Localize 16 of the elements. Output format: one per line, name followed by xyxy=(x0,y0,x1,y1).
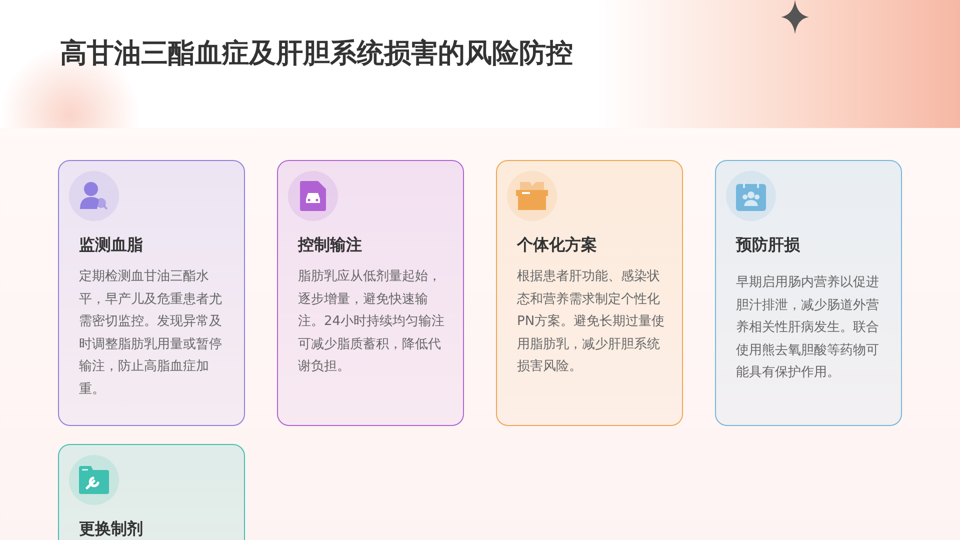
box-icon xyxy=(516,182,548,210)
card-title: 个体化方案 xyxy=(517,235,598,256)
car-document-icon xyxy=(300,181,326,211)
card-title: 控制输注 xyxy=(298,235,363,256)
card-text: 脂肪乳应从低剂量起始，逐步增量，避免快速输注。24小时持续均匀输注可减少脂质蓄积，降低代谢负担。 xyxy=(298,268,446,376)
card-text: 早期启用肠内营养以促进胆汁排泄，减少肠道外营养相关性肝病发生。联合使用熊去氧胆酸等药物可能具有保护作用。 xyxy=(736,274,880,382)
card-text: 定期检测血甘油三酯水平，早产儿及危重患者尤需密切监控。发现异常及时调整脂肪乳用量或暂停输注，防止高脂血症加重。 xyxy=(79,268,223,398)
slide-title: 高甘油三酯血症及肝胆系统损害的风险防控 xyxy=(60,37,573,71)
card-title: 预防肝损 xyxy=(736,235,801,256)
card-title: 更换制剂 xyxy=(79,519,144,540)
person-search-icon xyxy=(80,181,108,211)
calendar-people-icon xyxy=(736,181,766,211)
card-text: 根据患者肝功能、感染状态和营养需求制定个性化PN方案。避免长期过量使用脂肪乳，减少肝胆系统损害风险。 xyxy=(517,268,666,376)
sparkle-icon xyxy=(781,0,809,34)
card-title: 监测血脂 xyxy=(79,235,144,256)
folder-wrench-icon xyxy=(79,466,109,494)
